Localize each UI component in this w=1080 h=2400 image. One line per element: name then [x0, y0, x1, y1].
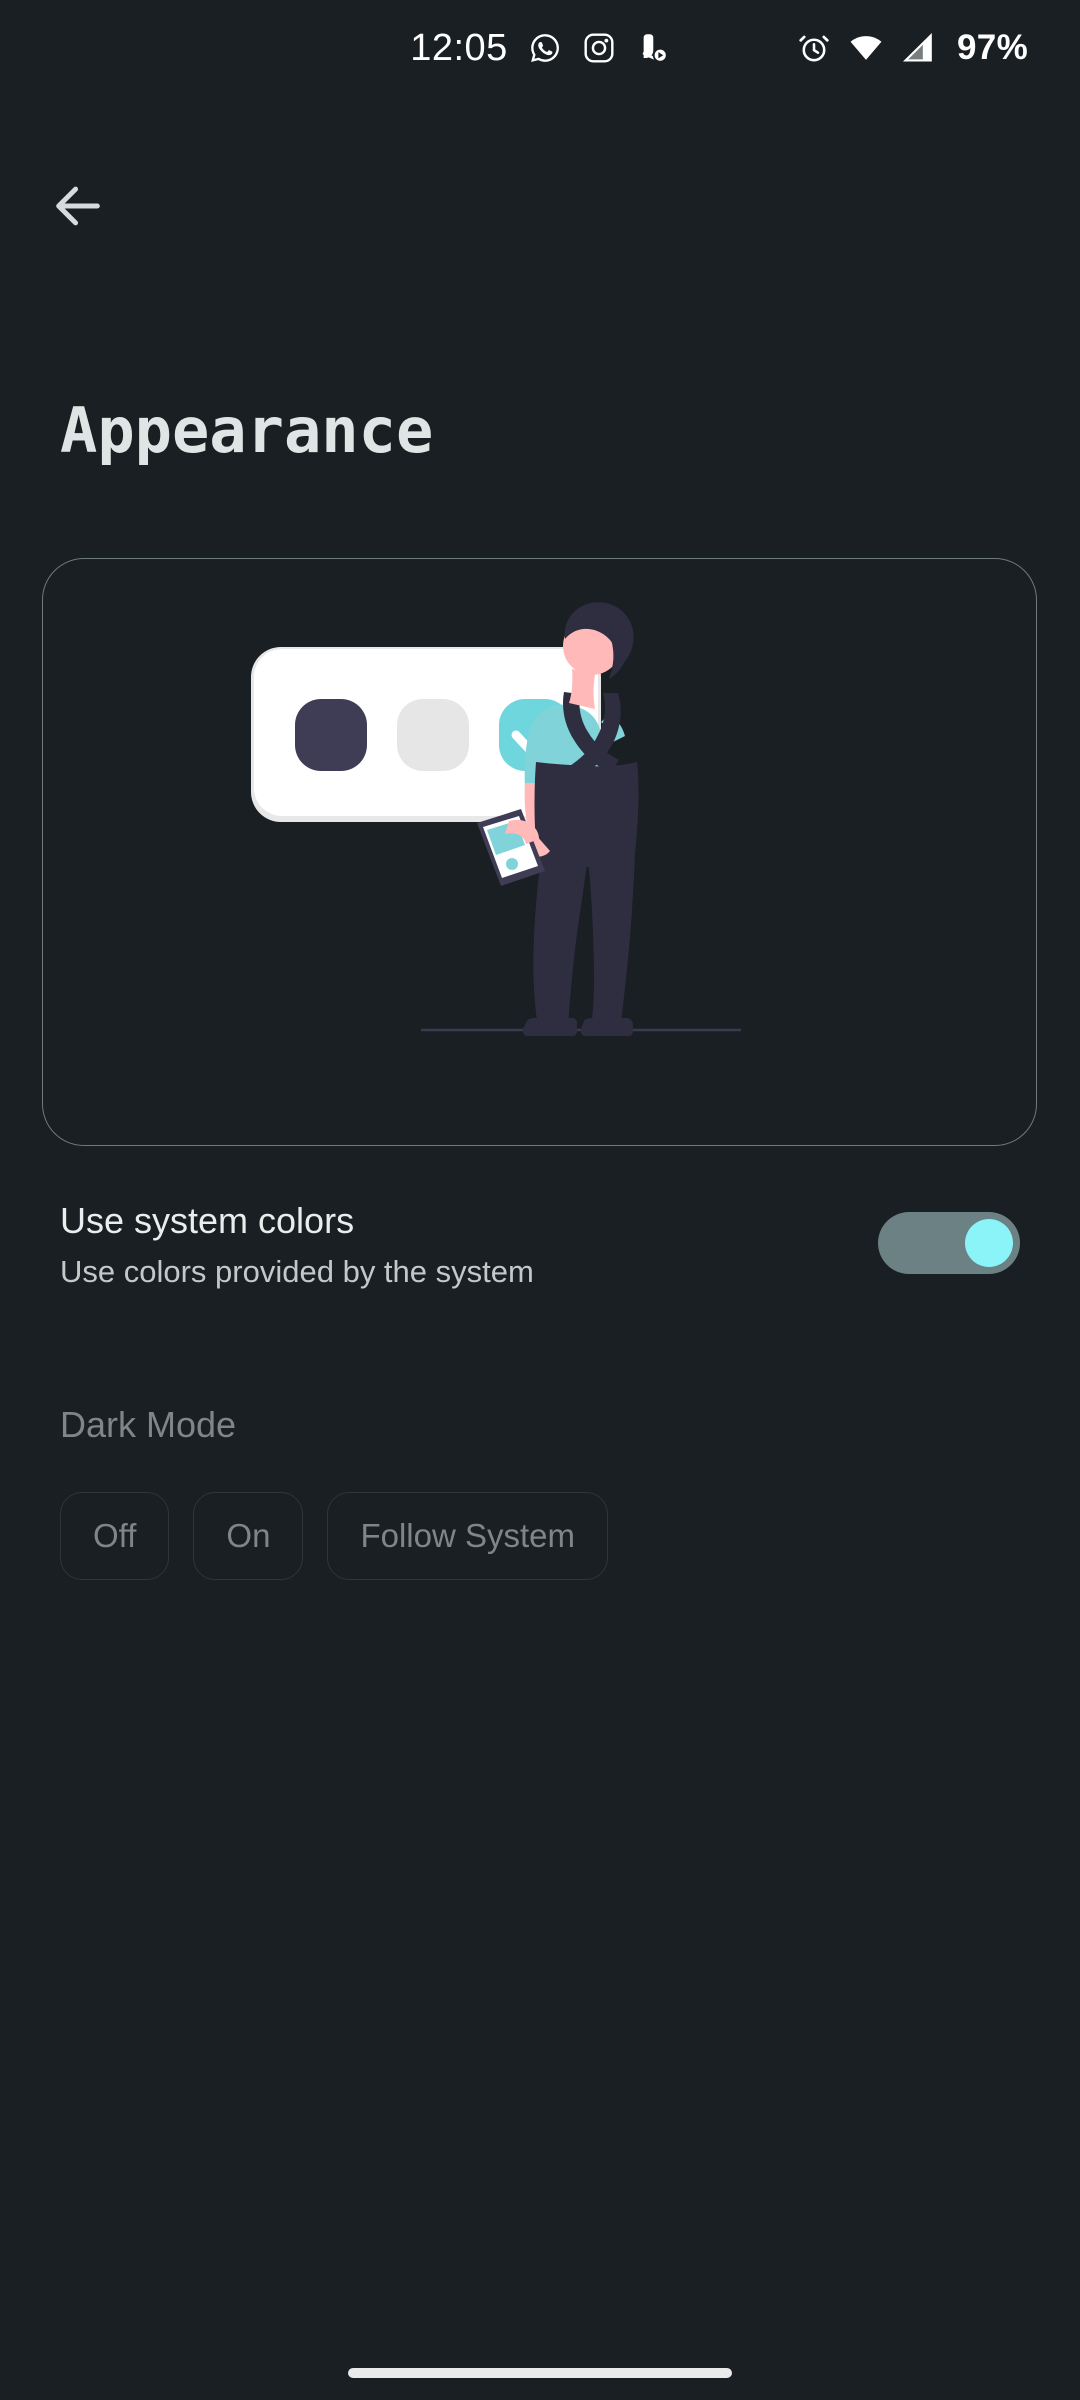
appearance-preview-card [42, 558, 1037, 1146]
dark-mode-option-on[interactable]: On [193, 1492, 304, 1580]
cellular-signal-icon [902, 32, 932, 62]
arrow-left-icon [56, 186, 100, 226]
home-gesture-bar[interactable] [348, 2368, 732, 2378]
use-system-colors-subtitle: Use colors provided by the system [60, 1254, 534, 1290]
dark-mode-option-follow-system[interactable]: Follow System [327, 1492, 609, 1580]
use-system-colors-toggle[interactable] [878, 1212, 1020, 1274]
dark-mode-option-off[interactable]: Off [60, 1492, 170, 1580]
use-system-colors-title: Use system colors [60, 1200, 355, 1241]
instagram-icon [584, 33, 614, 63]
battery-percentage: 97% [957, 28, 1028, 67]
appearance-settings-screen: 12:05 97% Appearance Use system colors U… [0, 0, 1080, 2400]
status-bar-left-cluster: 12:05 [410, 27, 670, 70]
wifi-icon [850, 36, 882, 60]
toggle-thumb [965, 1219, 1013, 1267]
dark-mode-section-label: Dark Mode [60, 1404, 237, 1445]
media-player-notification-icon [642, 34, 668, 63]
status-bar-right-cluster: 97% [797, 0, 1028, 96]
alarm-icon [799, 35, 829, 62]
use-system-colors-row[interactable]: Use system colors Use colors provided by… [60, 1200, 1020, 1310]
use-system-colors-texts: Use system colors Use colors provided by… [60, 1200, 820, 1291]
dark-theme-swatch [295, 699, 367, 771]
page-title: Appearance [60, 394, 434, 467]
status-bar: 12:05 97% [0, 0, 1080, 96]
back-button[interactable] [36, 164, 120, 248]
light-theme-swatch [397, 699, 469, 771]
whatsapp-icon [530, 34, 559, 63]
dark-mode-option-group: Off On Follow System [60, 1492, 609, 1580]
appearance-theme-illustration [251, 602, 741, 1036]
status-bar-clock: 12:05 [410, 26, 508, 69]
